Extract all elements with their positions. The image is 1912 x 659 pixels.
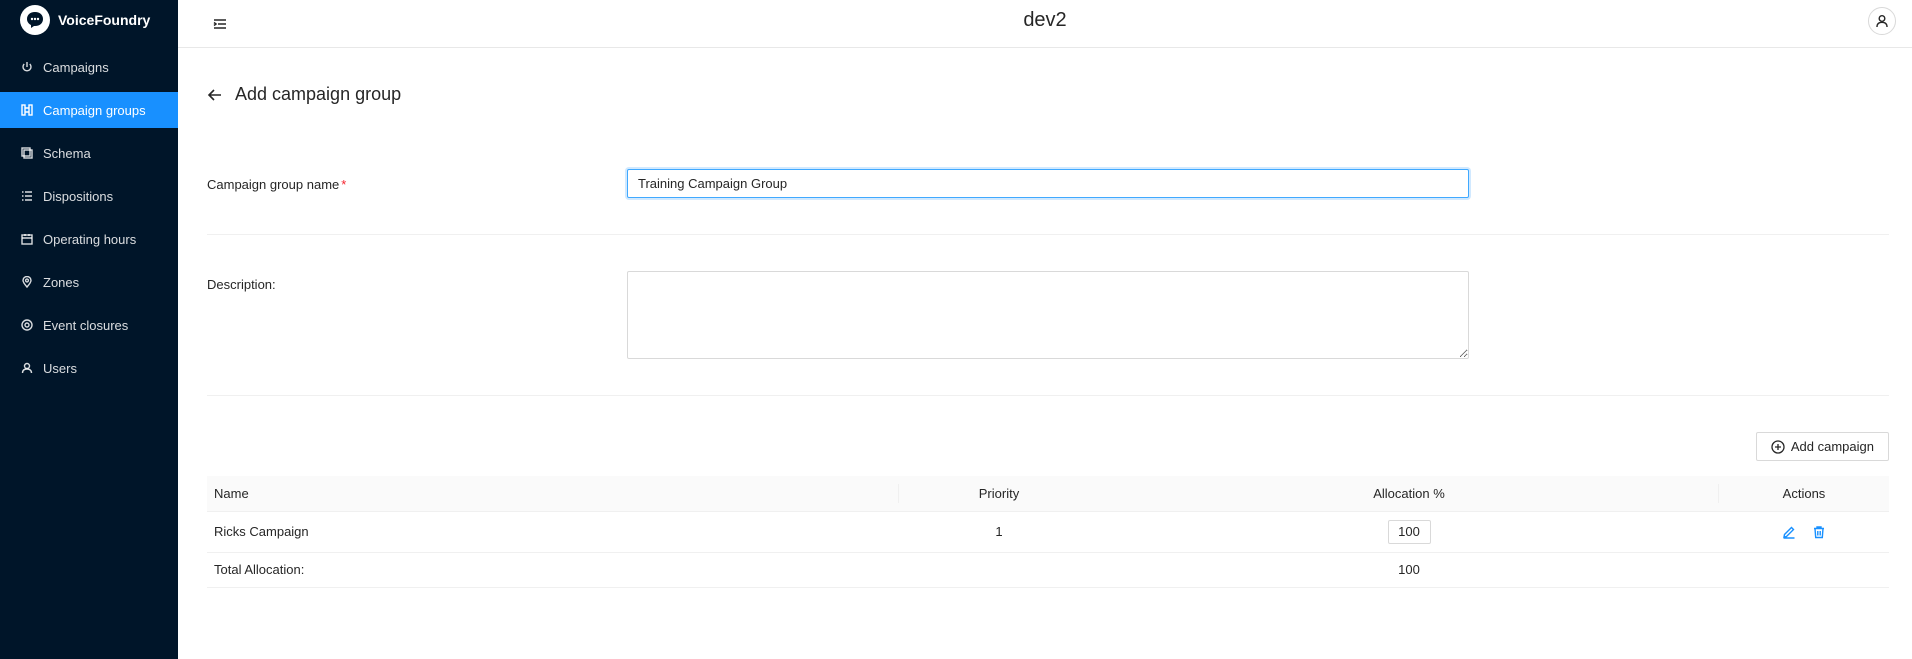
table-row: Ricks Campaign 1	[207, 511, 1889, 553]
page-header: Add campaign group	[207, 84, 401, 105]
table-header-row: Name Priority Allocation % Actions	[207, 476, 1889, 512]
sidebar: VoiceFoundry Campaigns Campaign groups S…	[0, 0, 178, 659]
campaign-group-name-input[interactable]	[627, 169, 1469, 198]
sidebar-item-users[interactable]: Users	[0, 350, 178, 386]
plus-circle-icon	[1771, 439, 1785, 454]
delete-icon[interactable]	[1812, 525, 1826, 539]
cell-allocation	[1099, 511, 1719, 553]
sidebar-item-label: Operating hours	[43, 231, 137, 247]
divider	[207, 395, 1889, 396]
sidebar-item-schema[interactable]: Schema	[0, 135, 178, 171]
top-header: dev2	[178, 0, 1912, 48]
sidebar-item-label: Campaigns	[43, 59, 109, 75]
brand-name: VoiceFoundry	[58, 12, 151, 28]
allocation-input[interactable]	[1387, 519, 1431, 544]
total-allocation-value: 100	[1099, 552, 1719, 588]
power-icon	[20, 60, 34, 74]
sidebar-item-label: Dispositions	[43, 188, 114, 204]
add-campaign-button[interactable]: Add campaign	[1755, 432, 1889, 461]
target-icon	[20, 318, 34, 332]
add-campaign-label: Add campaign	[1790, 439, 1874, 454]
environment-title: dev2	[1023, 9, 1067, 31]
campaign-group-name-label: Campaign group name *	[207, 177, 347, 192]
description-label: Description:	[207, 277, 276, 292]
sidebar-item-label: Campaign groups	[43, 102, 146, 118]
divider	[207, 234, 1889, 235]
sidebar-nav: Campaigns Campaign groups Schema Disposi…	[0, 49, 178, 386]
column-header-priority: Priority	[899, 476, 1099, 512]
edit-icon[interactable]	[1782, 525, 1796, 539]
location-icon	[20, 275, 34, 289]
sidebar-item-event-closures[interactable]: Event closures	[0, 307, 178, 343]
sidebar-item-label: Users	[43, 360, 77, 376]
sidebar-item-dispositions[interactable]: Dispositions	[0, 178, 178, 214]
list-icon	[20, 189, 34, 203]
total-empty-cell	[1719, 552, 1889, 588]
sidebar-item-label: Zones	[43, 274, 80, 290]
schema-icon	[20, 146, 34, 160]
description-textarea[interactable]	[627, 271, 1469, 359]
sidebar-item-label: Schema	[43, 145, 91, 161]
sidebar-item-operating-hours[interactable]: Operating hours	[0, 221, 178, 257]
cell-actions	[1719, 511, 1889, 553]
column-header-allocation: Allocation %	[1099, 476, 1719, 512]
user-icon	[1876, 15, 1888, 28]
user-icon	[20, 361, 34, 375]
column-header-actions: Actions	[1719, 476, 1889, 512]
total-row: Total Allocation: 100	[207, 552, 1889, 588]
group-icon	[20, 103, 34, 117]
page-title: Add campaign group	[235, 84, 402, 104]
back-arrow-icon[interactable]	[207, 87, 223, 103]
sidebar-item-label: Event closures	[43, 317, 129, 333]
chat-bubble-logo-icon	[20, 5, 50, 35]
campaigns-table: Name Priority Allocation % Actions Ricks…	[207, 476, 1889, 588]
column-header-name: Name	[207, 476, 899, 512]
cell-priority: 1	[899, 511, 1099, 553]
required-mark: *	[341, 177, 347, 192]
total-empty-cell	[899, 552, 1099, 588]
sidebar-item-campaign-groups[interactable]: Campaign groups	[0, 92, 178, 128]
cell-campaign-name: Ricks Campaign	[207, 511, 899, 553]
total-allocation-label: Total Allocation:	[207, 552, 899, 588]
calendar-icon	[20, 232, 34, 246]
brand-logo[interactable]: VoiceFoundry	[0, 0, 178, 40]
sidebar-item-campaigns[interactable]: Campaigns	[0, 49, 178, 85]
user-avatar-button[interactable]	[1868, 7, 1896, 35]
sidebar-item-zones[interactable]: Zones	[0, 264, 178, 300]
